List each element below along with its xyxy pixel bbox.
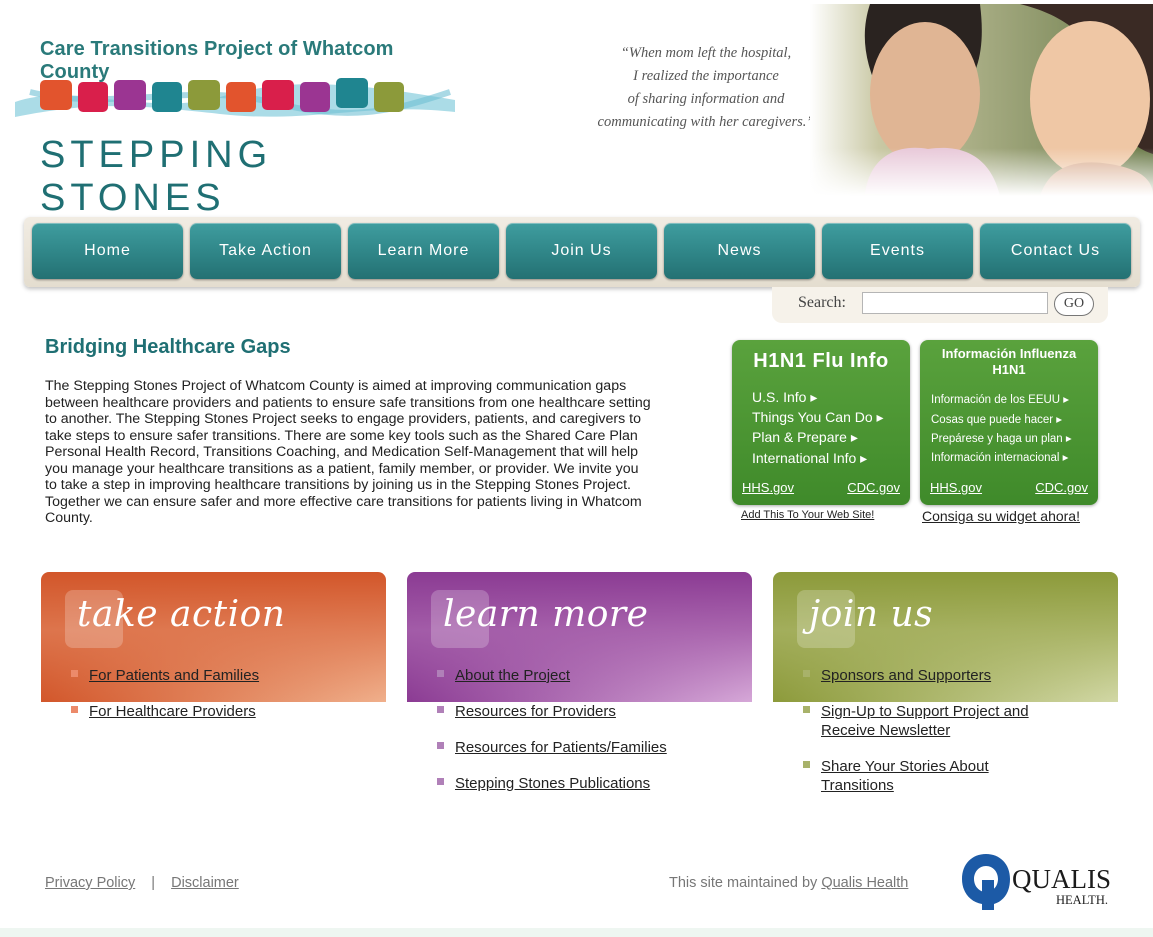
privacy-policy-link[interactable]: Privacy Policy [45,875,135,891]
logo-name: STEPPING STONES [40,134,273,219]
bullet-icon [437,742,444,749]
widget-link-things-you-can-do[interactable]: Things You Can Do ▸ [752,409,884,426]
bullet-icon [437,670,444,677]
widget-link-es-3[interactable]: Prepárese y haga un plan ▸ [931,431,1072,445]
panel-take-action: take action For Patients and Families Fo… [41,572,386,812]
link-share-stories[interactable]: Share Your Stories About Transitions [821,757,1021,795]
widget-title-line: Información Influenza [941,346,1077,361]
intro-line: The Stepping Stones Project of Whatcom C… [45,378,627,394]
widget-title-line: H1N1 [992,362,1026,377]
intro-line: County. [45,510,93,526]
widget-link-cdc-es[interactable]: CDC.gov [1035,480,1088,495]
panel-title: learn more [443,594,649,635]
widget-link-hhs-es[interactable]: HHS.gov [930,480,982,495]
qualis-logo-icon: QUALIS HEALTH. [962,854,1111,910]
link-for-healthcare-providers[interactable]: For Healthcare Providers [89,702,359,721]
panel-title: join us [809,594,934,635]
widget-link-us-info[interactable]: U.S. Info ▸ [752,389,817,406]
widget-link-hhs[interactable]: HHS.gov [742,480,794,495]
link-stepping-stones-publications[interactable]: Stepping Stones Publications [455,774,725,793]
search-go-button[interactable]: GO [1054,292,1094,316]
nav-join-us[interactable]: Join Us [506,223,657,279]
site-logo[interactable]: Care Transitions Project of Whatcom Coun… [10,38,460,219]
intro-paragraph: The Stepping Stones Project of Whatcom C… [45,378,715,527]
intro-line: Personal Health Record, Transitions Coac… [45,444,639,460]
bullet-icon [437,778,444,785]
panel-learn-more: learn more About the Project Resources f… [407,572,752,812]
panel-title: take action [77,594,286,635]
intro-line: Together we can ensure safer and more ef… [45,493,642,510]
search-input[interactable] [862,292,1048,314]
nav-contact-us[interactable]: Contact Us [980,223,1131,279]
add-widget-link[interactable]: Add This To Your Web Site! [741,509,874,521]
nav-learn-more[interactable]: Learn More [348,223,499,279]
quote-line: communicating with her caregivers.” [597,114,815,130]
qualis-logo-text-2: HEALTH. [1056,893,1108,907]
qualis-logo-text-1: QUALIS [1012,864,1111,894]
qualis-health-logo[interactable]: QUALIS HEALTH. [960,852,1120,912]
intro-title: Bridging Healthcare Gaps [45,336,291,358]
quote-line: of sharing information and [627,91,785,107]
bullet-icon [803,706,810,713]
intro-line: you manage your healthcare transitions a… [45,460,639,477]
search-bar: Search: GO [772,287,1108,323]
link-for-patients-families[interactable]: For Patients and Families [89,666,359,685]
intro-line: to another. The Stepping Stones Project … [45,411,641,427]
get-widget-link[interactable]: Consiga su widget ahora! [922,508,1080,524]
qualis-health-link[interactable]: Qualis Health [821,875,908,891]
maintained-text: This site maintained by [669,875,818,891]
link-sign-up-newsletter[interactable]: Sign-Up to Support Project and Receive N… [821,702,1051,740]
widget-link-international-info[interactable]: International Info ▸ [752,450,867,467]
panel-join-us: join us Sponsors and Supporters Sign-Up … [773,572,1118,812]
header-photo [810,4,1153,196]
bullet-icon [803,761,810,768]
intro-line: between healthcare providers and patient… [45,394,651,411]
intro-line: take steps to ensure safer transitions. … [45,427,638,444]
nav-events[interactable]: Events [822,223,973,279]
testimonial-quote: “When mom left the hospital, I realized … [586,42,826,134]
bottom-strip [0,928,1153,937]
quote-line: “When mom left the hospital, [620,45,792,61]
maintained-by: This site maintained by Qualis Health [669,875,908,891]
quote-line: I realized the importance [633,68,779,84]
logo-stones-graphic [15,78,455,117]
footer-separator: | [151,875,156,891]
footer-links: Privacy Policy | Disclaimer [45,875,239,891]
widget-link-es-2[interactable]: Cosas que puede hacer ▸ [931,412,1062,426]
disclaimer-link[interactable]: Disclaimer [171,875,239,891]
link-about-project[interactable]: About the Project [455,666,725,685]
widget-title-es: Información Influenza H1N1 [920,346,1098,378]
bullet-icon [71,706,78,713]
intro-line: to take a step in improving healthcare t… [45,477,631,493]
main-navigation: Home Take Action Learn More Join Us News… [24,217,1140,287]
widget-title: H1N1 Flu Info [753,350,889,372]
widget-link-es-1[interactable]: Información de los EEUU ▸ [931,392,1069,406]
bullet-icon [437,706,444,713]
bullet-icon [803,670,810,677]
h1n1-widget-spanish: Información Influenza H1N1 Información d… [920,340,1098,505]
link-resources-providers[interactable]: Resources for Providers [455,702,725,721]
link-resources-patients-families[interactable]: Resources for Patients/Families [455,738,725,757]
bullet-icon [71,670,78,677]
nav-take-action[interactable]: Take Action [190,223,341,279]
nav-home[interactable]: Home [32,223,183,279]
h1n1-widget-english: H1N1 Flu Info U.S. Info ▸ Things You Can… [732,340,910,505]
widget-link-cdc[interactable]: CDC.gov [847,480,900,495]
link-sponsors-supporters[interactable]: Sponsors and Supporters [821,666,1091,685]
search-label: Search: [798,294,846,311]
widget-link-es-4[interactable]: Información internacional ▸ [931,450,1068,464]
widget-link-plan-prepare[interactable]: Plan & Prepare ▸ [752,429,858,446]
nav-news[interactable]: News [664,223,815,279]
